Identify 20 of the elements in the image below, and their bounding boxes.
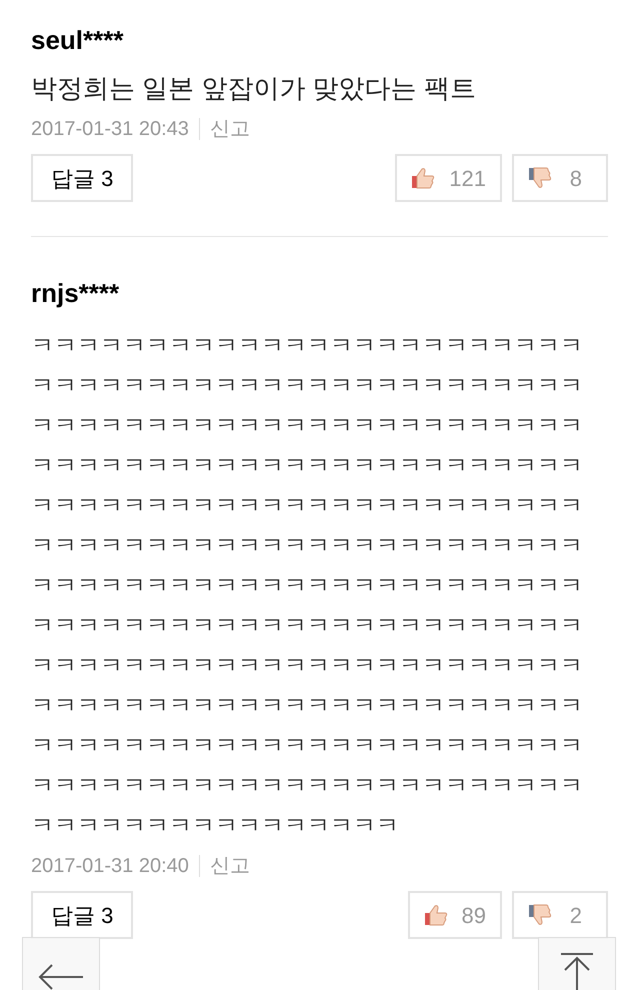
timestamp: 2017-01-31 20:43 <box>31 117 189 142</box>
back-arrow-icon <box>38 964 84 990</box>
like-button[interactable]: 121 <box>395 154 502 202</box>
reply-button[interactable]: 답글 3 <box>31 154 134 202</box>
thumbs-down-icon <box>528 904 552 926</box>
like-button[interactable]: 89 <box>408 891 502 939</box>
dislike-button[interactable]: 8 <box>512 154 608 202</box>
report-link[interactable]: 신고 <box>210 114 250 144</box>
thumbs-up-icon <box>411 167 436 189</box>
up-arrow-icon <box>561 953 593 990</box>
back-button[interactable] <box>22 937 100 990</box>
timestamp: 2017-01-31 20:40 <box>31 854 189 879</box>
scroll-to-top-button[interactable] <box>538 937 616 990</box>
thumbs-down-icon <box>528 167 552 189</box>
username: rnjs**** <box>31 277 120 310</box>
comment-text: 박정희는 일본 앞잡이가 맞았다는 팩트 <box>31 72 477 105</box>
thumbs-up-icon <box>424 904 448 926</box>
username: seul**** <box>31 24 124 57</box>
comment-text: ㅋㅋㅋㅋㅋㅋㅋㅋㅋㅋㅋㅋㅋㅋㅋㅋㅋㅋㅋㅋㅋㅋㅋㅋㅋㅋㅋㅋㅋㅋㅋㅋㅋㅋㅋㅋㅋㅋㅋㅋㅋㅋㅋㅋㅋㅋㅋㅋㅋㅋㅋㅋㅋㅋㅋㅋㅋㅋㅋㅋㅋㅋㅋㅋㅋㅋㅋㅋㅋㅋㅋㅋㅋㅋㅋㅋㅋㅋㅋㅋㅋㅋㅋㅋㅋㅋㅋㅋㅋㅋㅋㅋㅋㅋㅋㅋㅋㅋㅋㅋㅋㅋㅋㅋㅋㅋㅋㅋㅋㅋㅋㅋㅋㅋㅋㅋㅋㅋㅋㅋㅋㅋㅋㅋㅋㅋㅋㅋㅋㅋㅋㅋㅋㅋㅋㅋㅋㅋㅋㅋㅋㅋㅋㅋㅋㅋㅋㅋㅋㅋㅋㅋㅋㅋㅋㅋㅋㅋㅋㅋㅋㅋㅋㅋㅋㅋㅋㅋㅋㅋㅋㅋㅋㅋㅋㅋㅋㅋㅋㅋㅋㅋㅋㅋㅋㅋㅋㅋㅋㅋㅋㅋㅋㅋㅋㅋㅋㅋㅋㅋㅋㅋㅋㅋㅋㅋㅋㅋㅋㅋㅋㅋㅋㅋㅋㅋㅋㅋㅋㅋㅋㅋㅋㅋㅋㅋㅋㅋㅋㅋㅋㅋㅋㅋㅋㅋㅋㅋㅋㅋㅋㅋㅋㅋㅋㅋㅋㅋㅋㅋㅋㅋㅋㅋㅋㅋㅋㅋㅋㅋㅋㅋㅋㅋㅋㅋㅋㅋㅋㅋㅋㅋㅋㅋㅋㅋㅋㅋㅋㅋㅋㅋㅋㅋㅋㅋㅋㅋㅋㅋㅋㅋㅋㅋㅋㅋㅋㅋㅋㅋㅋㅋㅋㅋ <box>31 331 584 840</box>
report-link[interactable]: 신고 <box>210 851 250 881</box>
